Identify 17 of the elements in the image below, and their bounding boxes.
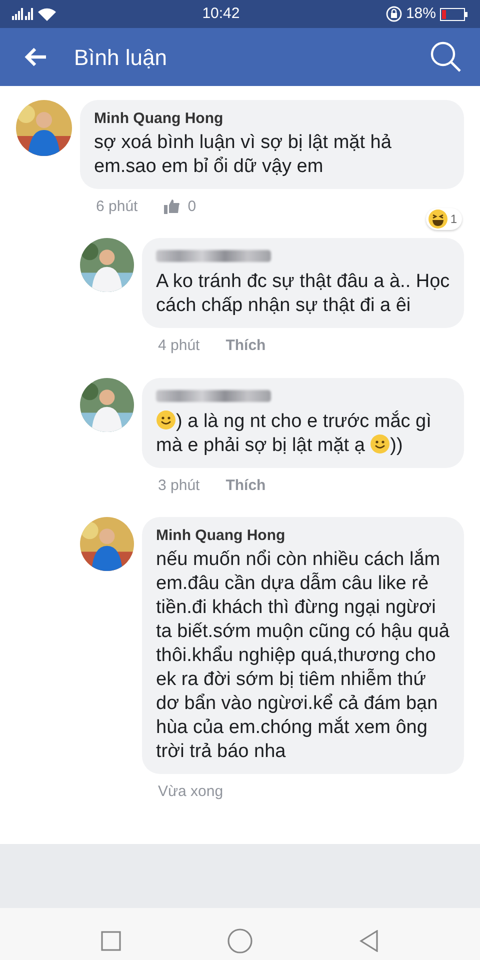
page-title: Bình luận xyxy=(74,44,167,72)
comment-text: sợ xoá bình luận vì sợ bị lật mặt hả em.sao em bỉ ổi dữ vậy em xyxy=(94,130,392,178)
clock-time: 10:42 xyxy=(202,4,240,24)
reaction-badge[interactable]: 1 xyxy=(426,208,462,230)
comment-text: A ko tránh đc sự thật đâu a à.. Học cách chấp nhận sự thật đi a êi xyxy=(156,270,450,318)
author-name[interactable]: Minh Quang Hong xyxy=(94,108,450,130)
like-count: 0 xyxy=(188,196,196,216)
comment-text: nếu muốn nổi còn nhiều cách lắm em.đâu cần dựa dẫm câu like rẻ tiền.đi khách thì đừng ngại ngừơi ta biết.sớm muộn cũng có hậu quả thôi.khẩu nghiệp quá,thương cho ek ra đời sớm bị tiêm nhiễm thứ dơ bẩn vào ngừơi.kể cả đám bạn hùa của em.chóng mắt xem ông trời trả báo nha xyxy=(156,548,450,764)
comment-time: Vừa xong xyxy=(158,782,224,802)
like-button[interactable]: Thích xyxy=(226,335,266,358)
like-button[interactable]: Thích xyxy=(226,474,266,497)
comment-time: 3 phút xyxy=(158,476,200,496)
comment-time: 4 phút xyxy=(158,336,200,356)
comment-time: 6 phút xyxy=(96,196,138,216)
battery-percent: 18% xyxy=(406,4,436,24)
comment-text: ) a là ng nt cho e trước mắc gì mà e phải sợ bị lật mặt ạ )) xyxy=(156,410,432,458)
author-name[interactable]: Minh Quang Hong xyxy=(156,525,450,548)
